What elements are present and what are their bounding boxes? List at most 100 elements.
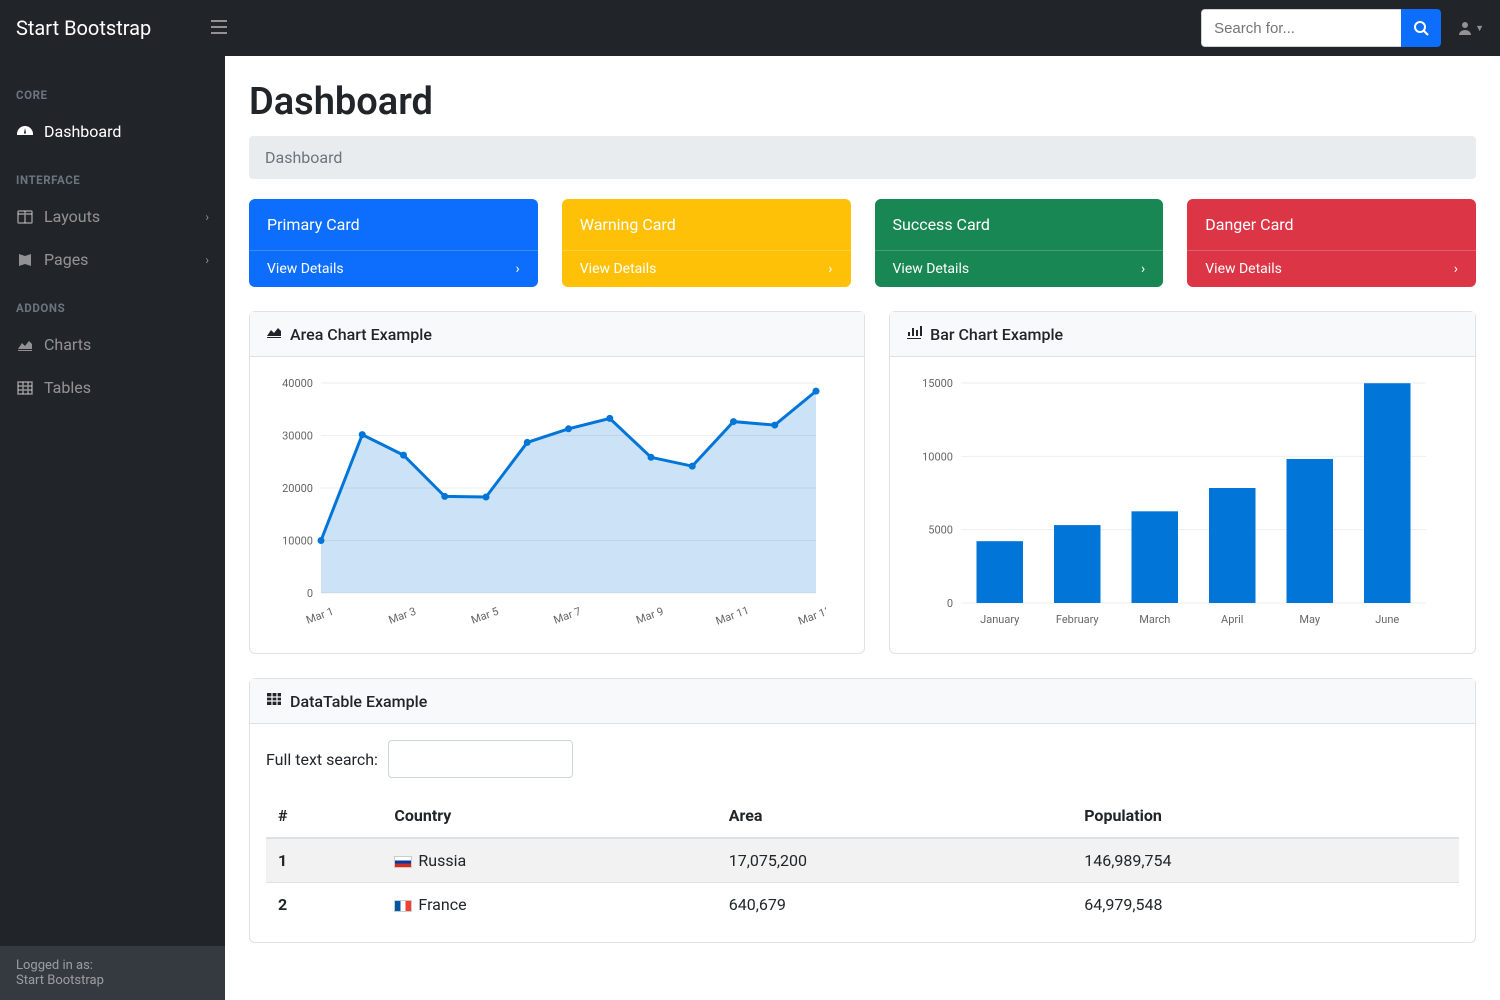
chart-area-icon [16,337,34,353]
chart-bar-icon [906,324,922,344]
cell-country: France [382,883,716,927]
flag-icon [394,856,412,868]
svg-text:Mar 9: Mar 9 [634,605,665,627]
stat-card-2: Success Card View Details › [875,199,1164,287]
column-header[interactable]: Population [1072,794,1459,838]
svg-text:15000: 15000 [922,377,953,390]
svg-text:June: June [1375,613,1399,626]
svg-text:20000: 20000 [282,482,313,495]
search-button[interactable] [1401,9,1441,47]
sidebar-heading-addons: Addons [0,281,225,323]
table-row[interactable]: 1 Russia 17,075,200 146,989,754 [266,838,1459,883]
table-icon [16,380,34,396]
svg-text:Mar 7: Mar 7 [552,605,583,627]
stat-card-link[interactable]: View Details › [562,250,851,287]
sidebar-item-charts[interactable]: Charts [0,323,225,366]
svg-text:Mar 1: Mar 1 [304,605,335,627]
stat-card-link[interactable]: View Details › [249,250,538,287]
stat-card-1: Warning Card View Details › [562,199,851,287]
stat-card-link[interactable]: View Details › [1187,250,1476,287]
sidebar-item-label: Tables [44,378,91,397]
svg-text:Mar 13: Mar 13 [796,604,826,628]
column-header[interactable]: # [266,794,382,838]
view-details-label: View Details [1205,261,1282,277]
user-menu[interactable]: ▼ [1457,20,1484,36]
svg-text:Mar 11: Mar 11 [714,604,751,628]
svg-text:January: January [980,613,1020,626]
view-details-label: View Details [893,261,970,277]
svg-text:0: 0 [947,597,953,610]
cell-population: 64,979,548 [1072,883,1459,927]
sidebar-item-label: Layouts [44,207,100,226]
cell-area: 640,679 [717,883,1072,927]
stat-card-title: Primary Card [249,199,538,250]
cell-index: 1 [266,838,382,883]
sidebar-item-label: Pages [44,250,88,269]
sidebar-item-dashboard[interactable]: Dashboard [0,110,225,153]
stat-card-link[interactable]: View Details › [875,250,1164,287]
book-icon [16,252,34,268]
chart-area-icon [266,324,282,344]
stat-card-title: Success Card [875,199,1164,250]
chevron-right-icon: › [1454,261,1458,277]
svg-text:March: March [1139,613,1170,626]
table-row[interactable]: 2 France 640,679 64,979,548 [266,883,1459,927]
sidebar-footer: Logged in as: Start Bootstrap [0,946,225,1000]
cell-country: Russia [382,838,716,883]
sidebar-item-tables[interactable]: Tables [0,366,225,409]
sidebar-toggle-icon[interactable] [211,18,227,39]
svg-text:10000: 10000 [922,450,953,463]
chevron-right-icon: › [205,253,209,267]
column-header[interactable]: Country [382,794,716,838]
tachometer-icon [16,124,34,140]
sidebar-item-layouts[interactable]: Layouts › [0,195,225,238]
chevron-right-icon: › [1141,261,1145,277]
user-icon [1457,20,1473,36]
svg-text:10000: 10000 [282,535,313,548]
svg-text:February: February [1056,613,1100,626]
logged-in-user: Start Bootstrap [16,973,209,988]
panel-title: DataTable Example [290,692,427,711]
bar-chart: 0 5000 10000 15000 January February March April… [906,373,1436,633]
sidebar-item-label: Charts [44,335,91,354]
view-details-label: View Details [580,261,657,277]
sidebar: Core Dashboard Interface Layouts › Pages… [0,56,225,1000]
cell-index: 2 [266,883,382,927]
area-chart: 0 10000 20000 30000 40000 Mar 1 Mar 3 Mar 5 Mar … [266,373,826,633]
svg-text:April: April [1221,613,1243,626]
panel-title: Bar Chart Example [930,325,1063,344]
sidebar-item-pages[interactable]: Pages › [0,238,225,281]
sidebar-heading-core: Core [0,68,225,110]
sidebar-item-label: Dashboard [44,122,121,141]
svg-text:5000: 5000 [928,524,953,537]
stat-card-3: Danger Card View Details › [1187,199,1476,287]
brand[interactable]: Start Bootstrap [16,16,211,40]
panel-title: Area Chart Example [290,325,432,344]
cell-population: 146,989,754 [1072,838,1459,883]
stat-card-title: Warning Card [562,199,851,250]
search-label: Full text search: [266,750,378,769]
sidebar-heading-interface: Interface [0,153,225,195]
stat-card-0: Primary Card View Details › [249,199,538,287]
chevron-right-icon: › [828,261,832,277]
chevron-right-icon: › [205,210,209,224]
column-header[interactable]: Area [717,794,1072,838]
svg-text:Mar 5: Mar 5 [469,605,500,627]
logged-in-label: Logged in as: [16,958,209,973]
datatable-panel: DataTable Example Full text search: #Cou… [249,678,1476,943]
svg-text:30000: 30000 [282,430,313,443]
flag-icon [394,900,412,912]
columns-icon [16,209,34,225]
table-icon [266,691,282,711]
stat-card-title: Danger Card [1187,199,1476,250]
svg-text:40000: 40000 [282,377,313,390]
view-details-label: View Details [267,261,344,277]
svg-text:0: 0 [307,587,313,600]
svg-text:Mar 3: Mar 3 [387,605,418,627]
caret-down-icon: ▼ [1475,23,1484,34]
search-icon [1413,20,1429,36]
search-input[interactable] [1201,9,1401,47]
datatable-search-input[interactable] [388,740,573,778]
cell-area: 17,075,200 [717,838,1072,883]
bar-chart-panel: Bar Chart Example 0 5000 10000 15000 January… [889,311,1476,654]
